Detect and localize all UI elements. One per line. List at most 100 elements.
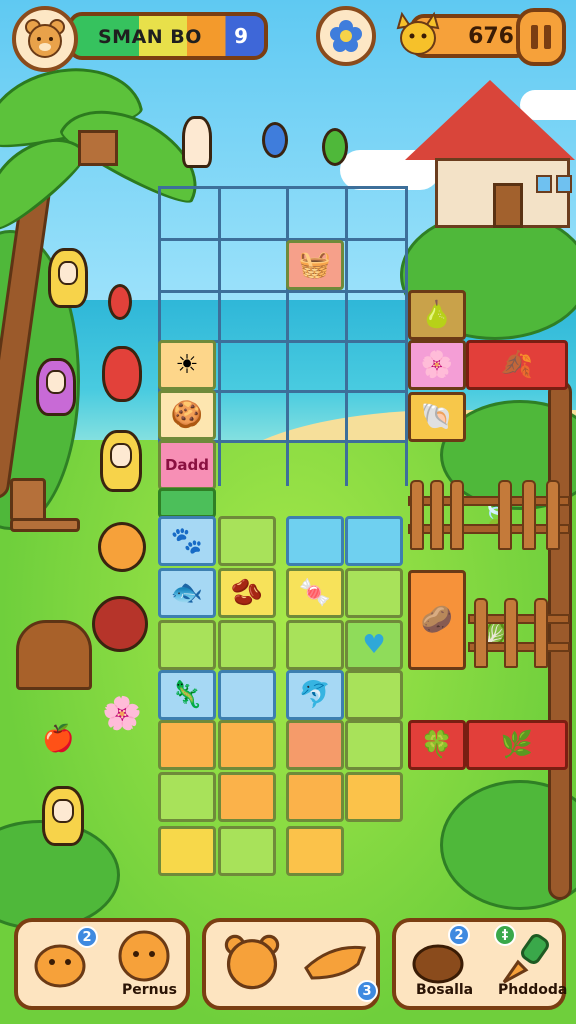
bear-icon — [34, 944, 86, 988]
wooden-fence — [408, 480, 570, 550]
watchtower — [78, 130, 118, 166]
character-body — [92, 596, 148, 652]
info-badge: 3 — [356, 980, 378, 1002]
villager-character[interactable] — [48, 248, 88, 308]
hamster-character[interactable] — [98, 522, 146, 572]
character-panel-3[interactable]: 2 ‡ Bosalla Phddoda — [392, 918, 567, 1010]
character-face — [52, 798, 74, 824]
side-tile-flower[interactable]: 🌸 — [408, 340, 466, 390]
empty-tile[interactable] — [218, 670, 276, 720]
tile-dolphin[interactable]: 🐬 — [286, 670, 344, 720]
empty-tile[interactable] — [218, 720, 276, 770]
tile-candy[interactable]: 🍬 — [286, 568, 344, 618]
character-body — [182, 116, 212, 168]
pause-button[interactable] — [516, 8, 566, 66]
fence-post — [534, 598, 548, 668]
grid-line — [158, 186, 408, 189]
wooden-bench — [2, 478, 82, 558]
apple-item: 🍎 — [42, 724, 75, 754]
wooden-fence — [468, 598, 570, 668]
cottage-door — [493, 183, 523, 228]
green-creature[interactable] — [322, 128, 348, 166]
empty-tile[interactable] — [286, 516, 344, 566]
side-red-bar[interactable]: 🍂 — [466, 340, 568, 390]
villager-character[interactable] — [42, 786, 84, 846]
empty-tile[interactable] — [218, 516, 276, 566]
empty-tile[interactable] — [286, 772, 344, 822]
empty-tile[interactable] — [345, 568, 403, 618]
empty-tile[interactable] — [158, 826, 216, 876]
character-body — [48, 248, 88, 308]
wooden-kennel — [16, 620, 92, 690]
empty-tile[interactable] — [345, 720, 403, 770]
empty-tile[interactable] — [345, 516, 403, 566]
villager-character[interactable] — [36, 358, 76, 416]
fox-mascot-icon — [396, 11, 440, 55]
tile-fish[interactable]: 🐟 — [158, 568, 216, 618]
fence-post — [522, 480, 536, 550]
brush-icon — [502, 934, 549, 984]
top-hud: SMAN BO 9 676 — [0, 0, 576, 80]
flower-icon — [330, 20, 362, 52]
tile-lizard[interactable]: 🦎 — [158, 670, 216, 720]
cottage-window — [536, 175, 552, 193]
bear-face-icon — [25, 19, 65, 58]
tile-treasure-map[interactable]: 🧺 — [286, 240, 344, 290]
character-body — [100, 430, 142, 492]
bird-character[interactable] — [92, 596, 148, 652]
fence-post — [474, 598, 488, 668]
tile-sun[interactable]: ☀ — [158, 340, 216, 390]
small-red-creature[interactable] — [108, 284, 132, 320]
panel-label: Pernus — [122, 982, 177, 998]
bear-icon — [224, 934, 280, 990]
fence-post — [410, 480, 424, 550]
bench-back — [10, 478, 46, 522]
character-panel-2[interactable]: 3 — [202, 918, 380, 1010]
character-face — [110, 443, 132, 469]
pause-icon — [544, 25, 551, 49]
player-name-bar: SMAN BO 9 — [68, 12, 268, 60]
fence-post — [546, 480, 560, 550]
empty-tile[interactable] — [286, 826, 344, 876]
tile-heart[interactable]: ♥ — [345, 620, 403, 670]
empty-tile[interactable] — [158, 772, 216, 822]
beaver-icon — [412, 944, 464, 984]
tile-animal[interactable]: 🐾 — [158, 516, 216, 566]
name-bar-icon: 9 — [234, 24, 248, 48]
empty-tile[interactable] — [218, 772, 276, 822]
pause-icon — [531, 25, 538, 49]
tile-bean[interactable]: 🫘 — [218, 568, 276, 618]
empty-tile[interactable] — [158, 720, 216, 770]
side-tile-pear[interactable]: 🍐 — [408, 290, 466, 340]
empty-tile[interactable] — [345, 772, 403, 822]
fence-post — [504, 598, 518, 668]
empty-tile[interactable] — [286, 620, 344, 670]
player-name: SMAN BO — [98, 26, 202, 48]
empty-tile[interactable] — [345, 670, 403, 720]
side-tile-acorn[interactable]: 🥔 — [408, 570, 466, 670]
cottage-wall — [435, 158, 572, 228]
empty-tile[interactable] — [218, 826, 276, 876]
empty-tile[interactable] — [158, 620, 216, 670]
tile-word[interactable]: Dadd — [158, 440, 216, 490]
tile-crackers[interactable]: 🍪 — [158, 390, 216, 440]
empty-tile[interactable] — [286, 720, 344, 770]
cottage-window — [556, 175, 572, 193]
gnome-character[interactable] — [182, 116, 212, 168]
character-body — [98, 522, 146, 572]
side-tile-shell[interactable]: 🐚 — [408, 392, 466, 442]
bear-character[interactable] — [102, 346, 142, 402]
villager-character[interactable] — [100, 430, 142, 492]
grid-line — [158, 290, 408, 293]
panel-label: Bosalla — [416, 982, 474, 998]
empty-tile[interactable] — [218, 620, 276, 670]
side-tile-clover[interactable]: 🍀 — [408, 720, 466, 770]
game-board: 🧺 ☀ 🍪 Dadd 🐾 🐟 🫘 🍬 ♥ 🦎 🐬 — [158, 186, 408, 886]
character-panel-1[interactable]: 2 Pernus — [14, 918, 190, 1010]
side-red-bar[interactable]: 🌿 — [466, 720, 568, 770]
character-face — [57, 260, 79, 286]
profile-avatar-button[interactable] — [12, 6, 78, 72]
blue-creature[interactable] — [262, 122, 288, 158]
flower-button[interactable] — [316, 6, 376, 66]
empty-tile[interactable] — [158, 488, 216, 518]
